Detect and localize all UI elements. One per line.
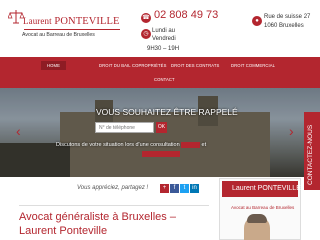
slider-next-icon[interactable]: › xyxy=(289,124,294,138)
map-pin-icon: ● xyxy=(252,16,262,26)
main-nav: Home Droit du bail Copropriétés Droit de… xyxy=(0,57,320,88)
nav-item-droit-commercial[interactable]: Droit commercial xyxy=(231,63,275,68)
nav-item-home[interactable]: Home xyxy=(41,61,66,70)
hero-text-after: et xyxy=(201,142,207,148)
facebook-icon[interactable]: f xyxy=(170,184,179,193)
clock-icon: ◷ xyxy=(141,29,151,39)
hours-line-2: Vendredi xyxy=(152,36,176,42)
slider-prev-icon[interactable]: ‹ xyxy=(16,124,21,138)
hours-line-1: Lundi au xyxy=(152,28,176,34)
address-line-1: Rue de suisse 27 xyxy=(264,14,311,20)
contact-side-tab-label: CONTACTEZ-NOUS xyxy=(307,124,314,185)
twitter-icon[interactable]: t xyxy=(180,184,189,193)
title-divider xyxy=(19,205,209,206)
lawyer-card-subtitle: Avocat au Barreau de Bruxelles xyxy=(231,205,295,210)
site-logo[interactable]: Laurent PONTEVILLE Avocat au Barreau de … xyxy=(8,7,130,43)
hero-highlight-link[interactable] xyxy=(142,151,180,157)
hero-text: Discutons de votre situation lors d'une … xyxy=(56,142,206,148)
phone-icon: ☎ xyxy=(141,13,151,23)
callback-ok-button[interactable]: OK xyxy=(156,122,167,133)
lawyer-card-name: Laurent PONTEVILLE xyxy=(232,185,301,192)
lawyer-photo-hair xyxy=(247,214,267,223)
logo-divider xyxy=(24,29,120,30)
hero-title: VOUS SOUHAITEZ ÊTRE RAPPELÉ xyxy=(96,107,238,117)
scales-icon xyxy=(8,10,24,24)
contact-side-tab[interactable]: CONTACTEZ-NOUS xyxy=(304,112,320,190)
nav-item-contact[interactable]: Contact xyxy=(154,77,175,82)
logo-last-name: PONTEVILLE xyxy=(54,16,120,27)
hours-line-3: 9H30 – 19H xyxy=(147,46,180,52)
linkedin-icon[interactable]: in xyxy=(190,184,199,193)
share-plus-icon[interactable]: + xyxy=(160,184,169,193)
site-header: Laurent PONTEVILLE Avocat au Barreau de … xyxy=(0,0,320,57)
nav-item-droit-du-bail[interactable]: Droit du bail xyxy=(99,63,131,68)
hero-text-link[interactable] xyxy=(181,142,200,148)
share-label: Vous appréciez, partagez ! xyxy=(77,185,149,191)
logo-name: Laurent PONTEVILLE xyxy=(23,16,120,27)
logo-first-name: Laurent xyxy=(23,16,52,26)
page-title: Avocat généraliste à Bruxelles – Laurent… xyxy=(19,211,176,237)
nav-item-droit-des-contrats[interactable]: Droit des contrats xyxy=(171,63,219,68)
callback-phone-input[interactable] xyxy=(95,122,154,133)
hero-text-main: Discutons de votre situation lors d'une … xyxy=(56,142,180,148)
nav-item-coproprietes[interactable]: Copropriétés xyxy=(132,63,166,68)
address-line-2: 1060 Bruxelles xyxy=(264,23,304,29)
logo-subtitle: Avocat au Barreau de Bruxelles xyxy=(22,32,95,38)
phone-number[interactable]: 02 808 49 73 xyxy=(154,9,218,21)
